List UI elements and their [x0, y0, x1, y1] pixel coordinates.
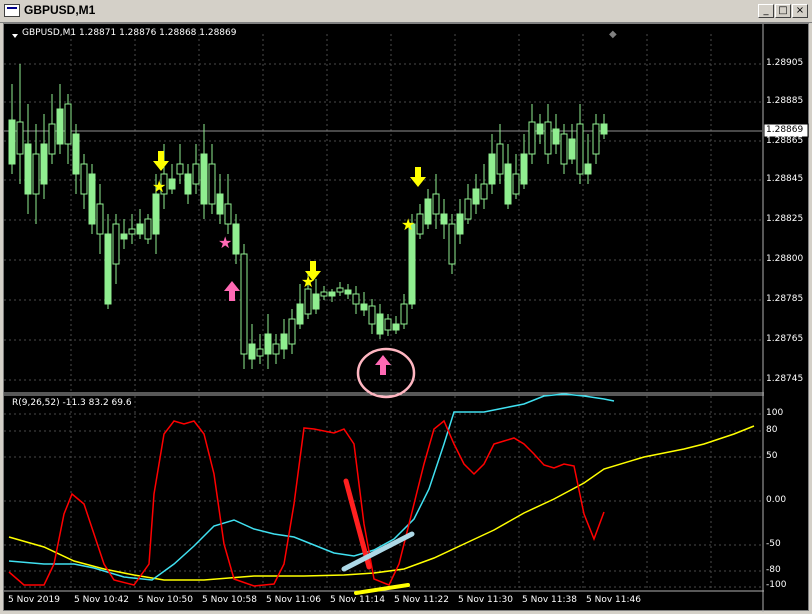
price-grid [4, 34, 762, 394]
panel-borders [4, 24, 764, 612]
time-label: 5 Nov 11:14 [330, 595, 385, 605]
slow-line [8, 425, 755, 581]
time-label: 5 Nov 11:30 [458, 595, 513, 605]
price-label: 1.28845 [766, 174, 804, 184]
down-arrow-icon [153, 151, 169, 171]
down-arrow-icon [410, 167, 426, 187]
title-bar: GBPUSD,M1 _ □ × [0, 0, 812, 23]
window-title: GBPUSD,M1 [24, 3, 96, 17]
up-arrow-icon [224, 281, 240, 301]
time-label: 5 Nov 11:46 [586, 595, 641, 605]
chart-canvas[interactable]: ★ ★ ★ ★ ◆ [4, 24, 810, 612]
close-button[interactable]: × [792, 4, 808, 18]
indicator-grid [4, 396, 762, 590]
star-icon: ★ [301, 272, 315, 291]
maximize-button[interactable]: □ [775, 4, 791, 18]
price-candles [8, 64, 608, 369]
time-label: 5 Nov 11:22 [394, 595, 449, 605]
chart-menu-icon[interactable] [12, 34, 18, 38]
price-label: 1.28800 [766, 254, 804, 264]
price-label: 1.28865 [766, 136, 804, 146]
indicator-header: R(9,26,52) -11.3 83.2 69.6 [12, 398, 132, 408]
time-label: 5 Nov 11:38 [522, 595, 577, 605]
signal-markers: ★ ★ ★ ★ [152, 151, 426, 399]
star-icon: ★ [218, 233, 232, 252]
price-label: 1.28745 [766, 374, 804, 384]
chart-shift-icon: ◆ [609, 29, 617, 40]
indicator-level: 0.00 [766, 495, 787, 505]
time-label: 5 Nov 10:42 [74, 595, 129, 605]
up-arrow-icon [375, 355, 391, 375]
star-icon: ★ [401, 215, 415, 234]
trendline-yellow[interactable] [354, 583, 410, 595]
price-label: 1.28905 [766, 58, 804, 68]
fast-line [8, 419, 605, 587]
indicator-level: -80 [766, 565, 781, 575]
time-label: 5 Nov 2019 [8, 595, 60, 605]
trendline-red[interactable] [343, 478, 372, 570]
price-label: 1.28765 [766, 334, 804, 344]
time-label: 5 Nov 10:50 [138, 595, 193, 605]
indicator-level: 100 [766, 408, 784, 418]
indicator-level: 80 [766, 425, 778, 435]
price-label: 1.28825 [766, 214, 804, 224]
current-price-label: 1.28869 [766, 125, 804, 135]
symbol-header: GBPUSD,M1 1.28871 1.28876 1.28868 1.2886… [22, 28, 237, 38]
indicator-level: -100 [766, 580, 787, 590]
price-label: 1.28885 [766, 96, 804, 106]
chart-area[interactable]: ★ ★ ★ ★ ◆ GBPUSD,M1 1.28871 1.28876 1.28… [3, 23, 810, 612]
price-label: 1.28785 [766, 294, 804, 304]
indicator-level: -50 [766, 539, 781, 549]
time-label: 5 Nov 11:06 [266, 595, 321, 605]
time-label: 5 Nov 10:58 [202, 595, 257, 605]
star-icon: ★ [152, 177, 166, 196]
minimize-button[interactable]: _ [758, 4, 774, 18]
chart-window-icon [4, 4, 20, 17]
indicator-level: 50 [766, 451, 778, 461]
